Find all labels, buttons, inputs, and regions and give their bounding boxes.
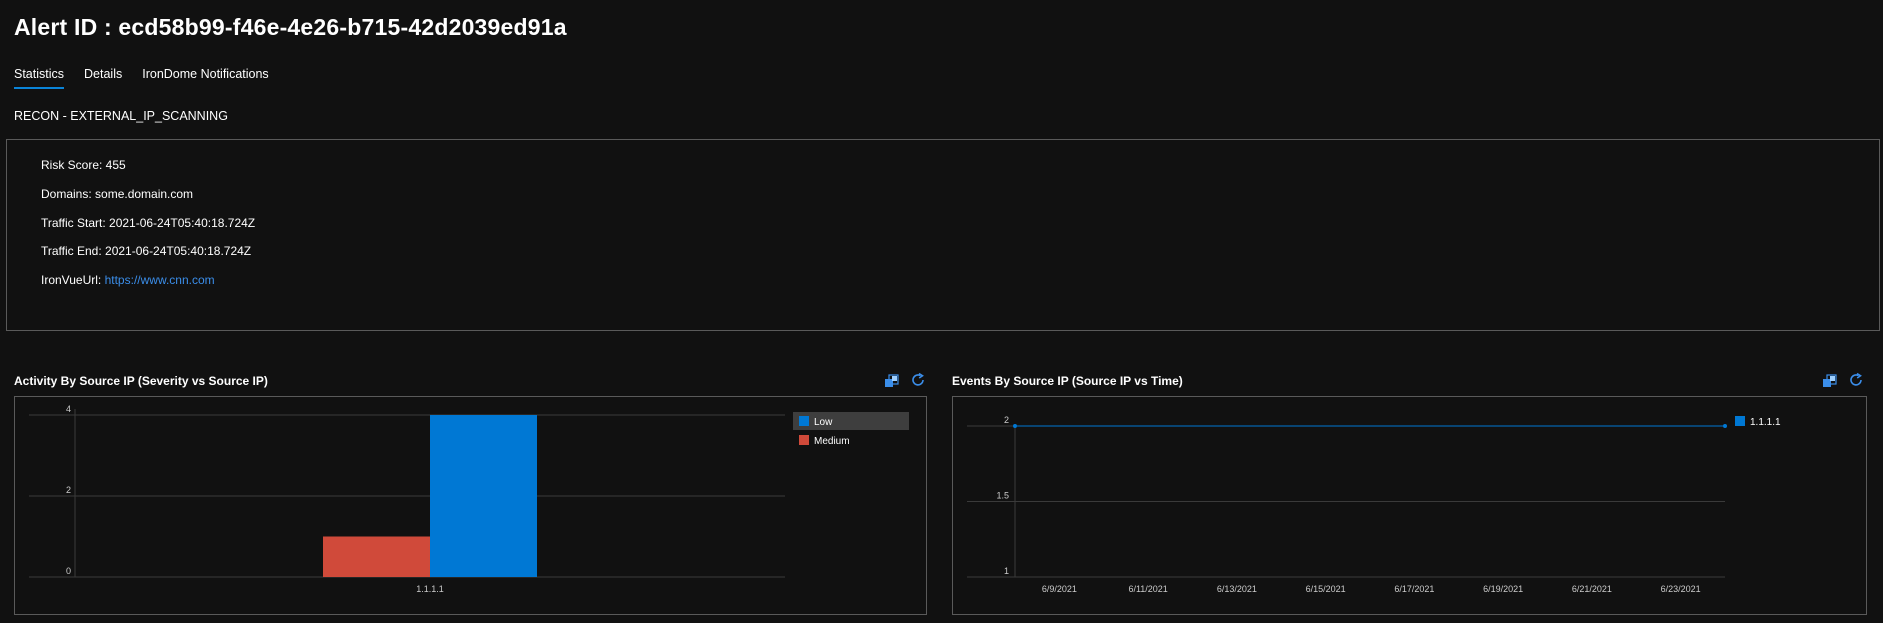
events-chart-panel: 1 1.5 2 6/9/2021 6/11/2021 6/13/2021 6/15/2021… — [952, 396, 1867, 615]
x-tick-label: 6/11/2021 — [1128, 584, 1167, 594]
x-tick-label: 6/15/2021 — [1306, 584, 1346, 594]
x-tick-label: 6/9/2021 — [1042, 584, 1077, 594]
tab-irondome-notifications[interactable]: IronDome Notifications — [142, 67, 268, 89]
legend-swatch — [1735, 416, 1745, 426]
tab-statistics[interactable]: Statistics — [14, 67, 65, 89]
ironvue-url-label: IronVueUrl: — [41, 273, 105, 287]
y-tick-label: 0 — [66, 566, 71, 576]
traffic-end: Traffic End: 2021-06-24T05:40:18.724Z — [41, 244, 252, 258]
domains: Domains: some.domain.com — [41, 187, 194, 201]
legend-swatch — [799, 416, 809, 426]
x-tick-label: 6/13/2021 — [1217, 584, 1257, 594]
activity-bar-chart: 0 2 4 1.1.1.1 Low Medium — [29, 404, 909, 594]
ironvue-url-link[interactable]: https://www.cnn.com — [105, 273, 215, 287]
events-line-chart: 1 1.5 2 6/9/2021 6/11/2021 6/13/2021 6/15/2021… — [967, 415, 1781, 594]
focus-mode-icon[interactable] — [884, 373, 900, 394]
page-title: Alert ID : ecd58b99-f46e-4e26-b715-42d20… — [14, 14, 567, 40]
tab-details[interactable]: Details — [84, 67, 122, 89]
data-point — [1013, 424, 1017, 428]
ironvue-url-row: IronVueUrl: https://www.cnn.com — [41, 273, 215, 287]
refresh-icon[interactable] — [1848, 372, 1864, 393]
y-tick-label: 1 — [1004, 566, 1009, 576]
risk-score: Risk Score: 455 — [41, 158, 126, 172]
x-tick-label: 6/21/2021 — [1572, 584, 1612, 594]
bar-medium — [323, 536, 430, 577]
focus-mode-icon[interactable] — [1822, 373, 1838, 394]
x-tick-label: 6/17/2021 — [1394, 584, 1434, 594]
legend-label-low: Low — [814, 417, 833, 428]
activity-panel-title: Activity By Source IP (Severity vs Sourc… — [14, 374, 268, 388]
y-tick-label: 4 — [66, 404, 71, 414]
alert-type-heading: RECON - EXTERNAL_IP_SCANNING — [14, 109, 228, 123]
bar-low — [430, 415, 537, 577]
data-point — [1723, 424, 1727, 428]
tab-bar: Statistics Details IronDome Notification… — [14, 67, 269, 89]
legend-label: 1.1.1.1 — [1750, 417, 1781, 428]
x-tick-label: 6/19/2021 — [1483, 584, 1523, 594]
y-tick-label: 2 — [66, 485, 71, 495]
legend-highlight — [793, 412, 909, 430]
legend-label-medium: Medium — [814, 436, 850, 447]
traffic-start: Traffic Start: 2021-06-24T05:40:18.724Z — [41, 216, 256, 230]
x-tick-label: 1.1.1.1 — [416, 584, 444, 594]
activity-chart-panel: 0 2 4 1.1.1.1 Low Medium — [14, 396, 927, 615]
y-tick-label: 2 — [1004, 415, 1009, 425]
refresh-icon[interactable] — [910, 372, 926, 393]
y-tick-label: 1.5 — [996, 491, 1009, 501]
alert-info-box: Risk Score: 455 Domains: some.domain.com… — [6, 139, 1880, 331]
x-tick-label: 6/23/2021 — [1661, 584, 1701, 594]
events-panel-title: Events By Source IP (Source IP vs Time) — [952, 374, 1183, 388]
legend-swatch — [799, 435, 809, 445]
